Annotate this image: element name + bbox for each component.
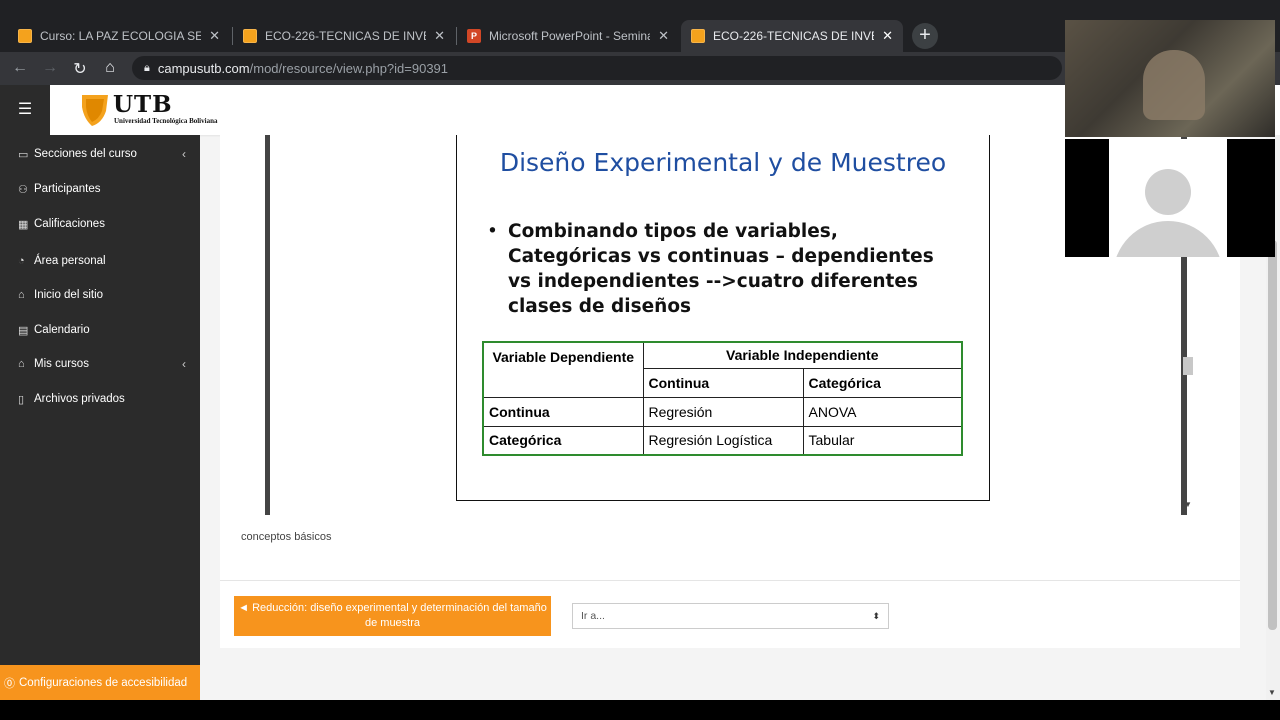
grades-icon: ▦ <box>18 218 29 231</box>
dashboard-icon: ◔ <box>18 255 25 267</box>
scroll-down-icon[interactable]: ▼ <box>1184 500 1192 509</box>
address-bar[interactable]: 🔒︎ campusutb.com/mod/resource/view.php?i… <box>132 56 1062 80</box>
new-tab-button[interactable]: + <box>912 23 938 49</box>
logo-text: UTB <box>113 91 173 118</box>
design-table: Variable Dependiente Variable Independie… <box>482 341 963 456</box>
tab-title: ECO-226-TECNICAS DE INVESTIG <box>265 29 426 43</box>
table-cell: ANOVA <box>802 396 963 427</box>
accessibility-label: Configuraciones de accesibilidad <box>19 676 188 689</box>
sidebar-item-mis-cursos[interactable]: ⌂ Mis cursos ‹ <box>0 349 200 379</box>
sidebar-item-secciones[interactable]: ▭ Secciones del curso ‹ <box>0 139 200 169</box>
file-icon: ▯ <box>18 393 25 406</box>
sidebar-item-label: Participantes <box>34 183 101 195</box>
page-scroll-thumb[interactable] <box>1268 240 1277 630</box>
close-icon[interactable]: ✕ <box>209 28 220 44</box>
sidebar-item-label: Archivos privados <box>34 393 125 405</box>
utb-favicon-icon <box>18 29 32 43</box>
bullet-text: Combinando tipos de variables, Categóric… <box>508 221 934 317</box>
jump-to-select[interactable]: Ir a... ⬍ <box>572 603 889 629</box>
viewer-scroll-thumb[interactable] <box>1183 357 1193 375</box>
table-corner-header: Variable Dependiente <box>482 341 644 398</box>
sidebar-item-label: Área personal <box>34 255 106 267</box>
tab-title: ECO-226-TECNICAS DE INVESTIG <box>713 29 874 43</box>
logo-subtitle: Universidad Tecnológica Boliviana <box>114 117 218 125</box>
sidebar-item-archivos[interactable]: ▯ Archivos privados <box>0 384 200 414</box>
video-participant-placeholder <box>1065 139 1275 257</box>
table-row-header: Categórica <box>482 425 644 456</box>
url-host: campusutb.com <box>157 60 250 76</box>
chevron-left-icon[interactable]: ‹ <box>182 147 186 161</box>
select-arrows-icon: ⬍ <box>872 611 880 621</box>
powerpoint-favicon-icon: P <box>467 29 481 43</box>
browser-tab-4-active[interactable]: ECO-226-TECNICAS DE INVESTIG ✕ <box>681 20 903 52</box>
folder-icon: ▭ <box>18 148 29 161</box>
browser-tab-2[interactable]: ECO-226-TECNICAS DE INVESTIG ✕ <box>233 20 455 52</box>
back-icon[interactable]: ← <box>10 59 30 77</box>
utb-shield-icon <box>82 95 108 126</box>
sidebar-item-label: Mis cursos <box>34 358 89 370</box>
utb-favicon-icon <box>243 29 257 43</box>
users-icon: ⚇ <box>18 183 28 196</box>
sidebar-item-inicio[interactable]: ⌂ Inicio del sitio <box>0 280 200 310</box>
table-cell: Tabular <box>802 425 963 456</box>
sidebar-item-area-personal[interactable]: ◔ Área personal <box>0 246 200 276</box>
home-icon[interactable]: ⌂ <box>100 59 120 77</box>
chevron-left-icon[interactable]: ‹ <box>182 357 186 371</box>
bullet-icon: • <box>487 221 498 242</box>
tab-title: Curso: LA PAZ ECOLOGIA SEM: 4 <box>40 29 202 43</box>
sidebar-item-label: Calendario <box>34 324 90 336</box>
tab-title: Microsoft PowerPoint - Seminario <box>489 29 651 43</box>
table-cell: Regresión <box>642 396 804 427</box>
video-participant-camera <box>1065 20 1275 137</box>
close-icon[interactable]: ✕ <box>434 28 445 44</box>
sidebar-item-label: Inicio del sitio <box>34 289 104 301</box>
reload-icon[interactable]: ↻ <box>70 59 90 79</box>
table-cell: Regresión Logística <box>642 425 804 456</box>
table-row: Categórica Regresión Logística Tabular <box>482 425 963 456</box>
utb-logo[interactable]: UTB Universidad Tecnológica Boliviana <box>80 91 230 127</box>
calendar-icon: ▤ <box>18 324 29 337</box>
sidebar-item-label: Calificaciones <box>34 218 105 230</box>
url-path: /mod/resource/view.php?id=90391 <box>249 60 449 76</box>
participant-figure <box>1143 50 1205 120</box>
previous-activity-button[interactable]: ◄ Reducción: diseño experimental y deter… <box>234 596 551 636</box>
browser-tab-3[interactable]: P Microsoft PowerPoint - Seminario ✕ <box>457 20 679 52</box>
accessibility-settings-button[interactable]: ⓪ Configuraciones de accesibilidad <box>0 665 200 700</box>
hamburger-menu-button[interactable]: ☰ <box>0 85 50 135</box>
table-row: Continua Regresión ANOVA <box>482 396 963 427</box>
accessibility-icon: ⓪ <box>4 677 15 690</box>
sidebar-item-calificaciones[interactable]: ▦ Calificaciones <box>0 209 200 239</box>
avatar-tile <box>1109 139 1227 257</box>
table-col-header: Continua <box>642 367 804 398</box>
sidebar-item-calendario[interactable]: ▤ Calendario <box>0 315 200 345</box>
close-icon[interactable]: ✕ <box>882 28 893 44</box>
lock-icon: 🔒︎ <box>144 61 150 74</box>
graduation-cap-icon: ⌂ <box>18 358 25 370</box>
sidebar-item-participantes[interactable]: ⚇ Participantes <box>0 174 200 204</box>
close-icon[interactable]: ✕ <box>658 28 669 44</box>
resource-caption: conceptos básicos <box>241 531 332 543</box>
bottom-strip <box>0 700 1280 720</box>
table-row-header: Continua <box>482 396 644 427</box>
sidebar-item-label: Secciones del curso <box>34 148 137 160</box>
avatar-head-icon <box>1145 169 1191 215</box>
jump-to-label: Ir a... <box>581 610 605 622</box>
utb-favicon-icon <box>691 29 705 43</box>
avatar-body-icon <box>1113 221 1223 257</box>
table-group-header: Variable Independiente <box>642 341 963 369</box>
table-col-header: Categórica <box>802 367 963 398</box>
home-icon: ⌂ <box>18 289 25 301</box>
forward-icon[interactable]: → <box>40 59 60 77</box>
slide-title: Diseño Experimental y de Muestreo <box>499 148 947 177</box>
scroll-down-icon[interactable]: ▼ <box>1268 688 1276 697</box>
browser-tab-1[interactable]: Curso: LA PAZ ECOLOGIA SEM: 4 ✕ <box>8 20 230 52</box>
